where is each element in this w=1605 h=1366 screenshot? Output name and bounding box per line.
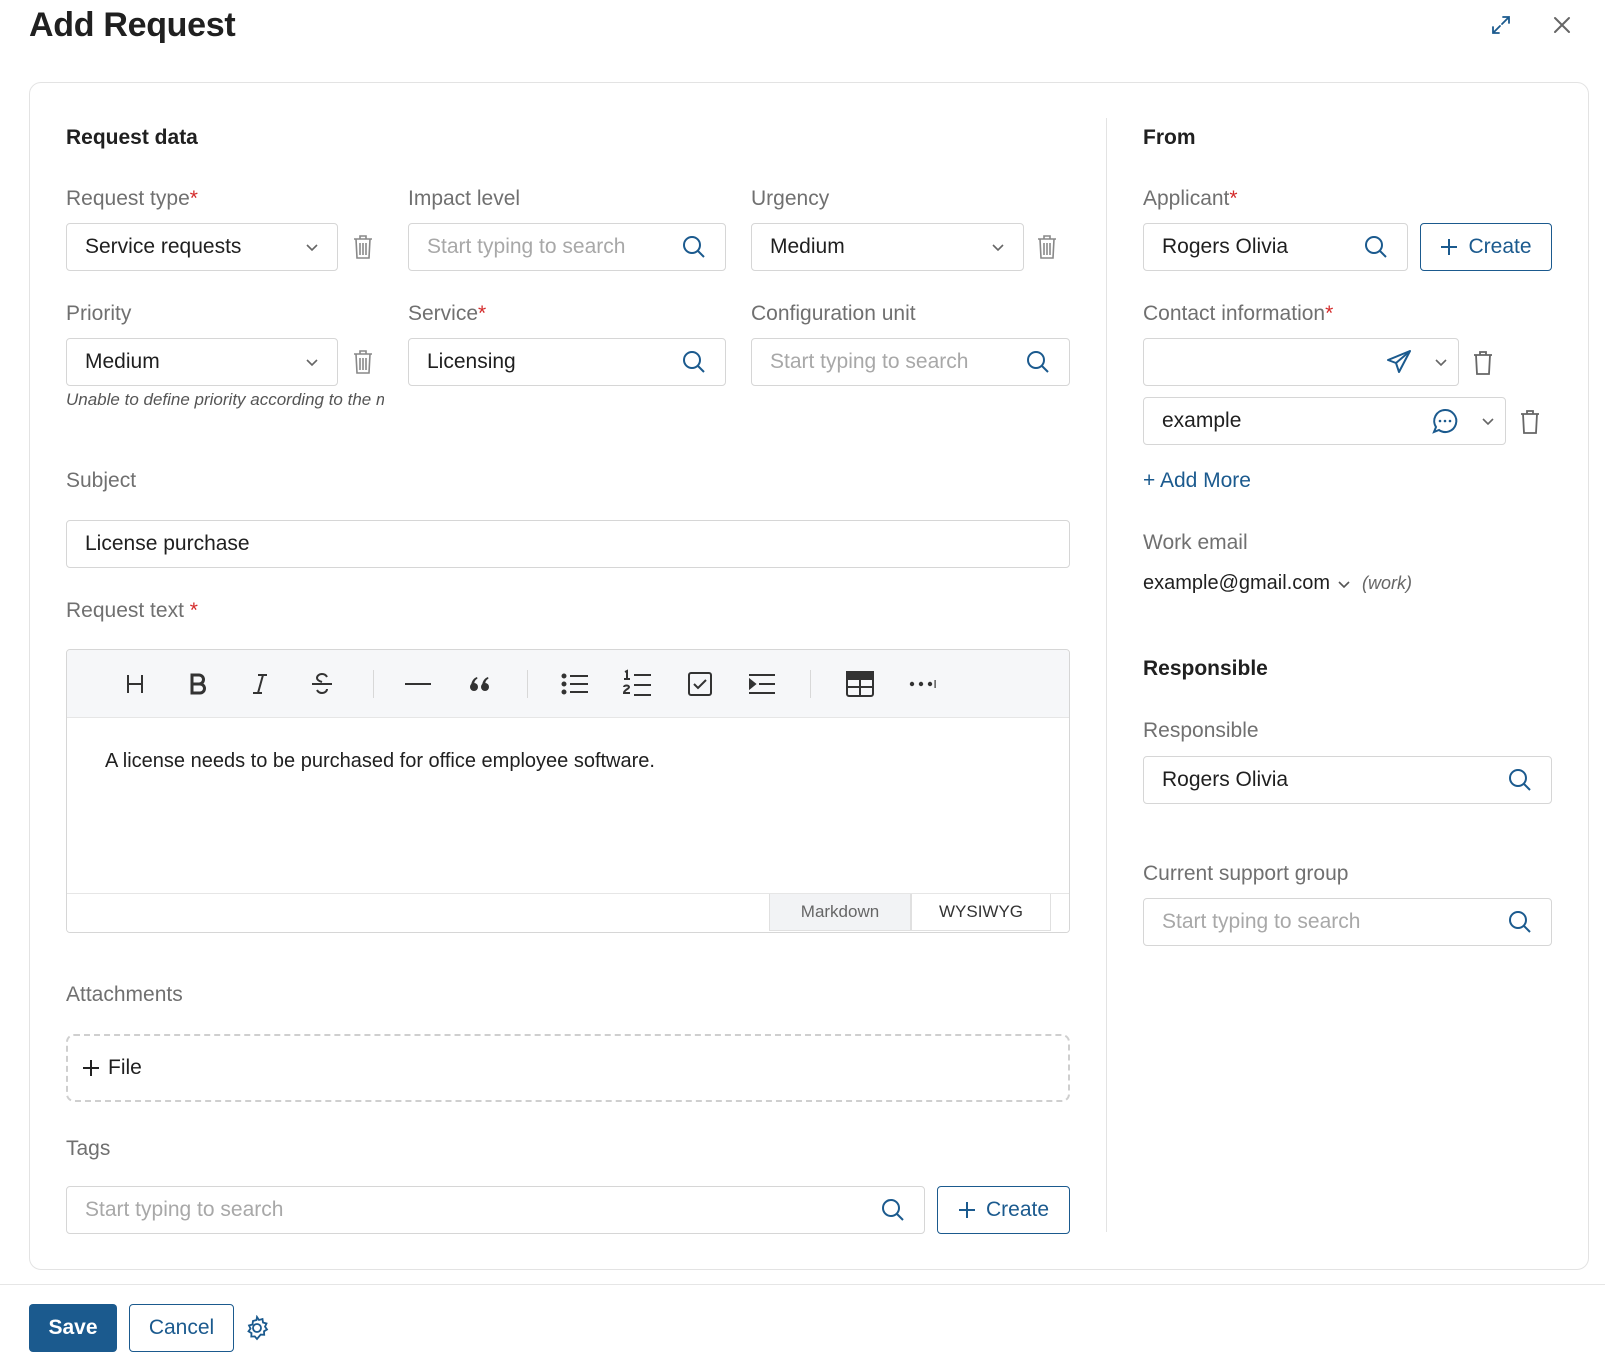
search-icon[interactable]	[1025, 349, 1051, 375]
chevron-down-icon[interactable]	[1481, 416, 1495, 426]
search-icon[interactable]	[1507, 767, 1533, 793]
italic-icon[interactable]	[243, 667, 277, 701]
service-input[interactable]: Licensing	[408, 338, 726, 386]
work-email-value[interactable]: example@gmail.com	[1143, 572, 1330, 595]
subject-input[interactable]: License purchase	[66, 520, 1070, 568]
rich-text-editor: A license needs to be purchased for offi…	[66, 649, 1070, 933]
chevron-down-icon	[305, 242, 319, 252]
contact-entry-2[interactable]: example	[1143, 397, 1506, 445]
request-data-title: Request data	[66, 126, 198, 149]
editor-footer: Markdown WYSIWYG	[67, 893, 1069, 932]
request-text-content[interactable]: A license needs to be purchased for offi…	[105, 750, 655, 773]
trash-icon[interactable]	[1034, 233, 1060, 261]
chevron-down-icon[interactable]	[1338, 580, 1350, 588]
contact-entry-1[interactable]	[1143, 338, 1459, 386]
add-file-label: File	[108, 1056, 142, 1079]
toolbar-separator	[527, 670, 528, 698]
urgency-select[interactable]: Medium	[751, 223, 1024, 271]
add-more-contact-link[interactable]: + Add More	[1143, 469, 1251, 493]
close-icon[interactable]	[1547, 10, 1577, 40]
numbered-list-icon[interactable]	[620, 667, 654, 701]
file-dropzone[interactable]: File	[66, 1034, 1070, 1102]
trash-icon[interactable]	[350, 233, 376, 261]
contact-information-label: Contact information*	[1143, 302, 1334, 325]
search-icon[interactable]	[880, 1197, 906, 1223]
request-type-select[interactable]: Service requests	[66, 223, 338, 271]
responsible-label: Responsible	[1143, 719, 1259, 742]
chevron-down-icon	[305, 357, 319, 367]
editor-toolbar	[67, 650, 1069, 718]
expand-icon[interactable]	[1486, 10, 1516, 40]
indent-icon[interactable]	[745, 667, 779, 701]
search-icon[interactable]	[1363, 234, 1389, 260]
tags-label: Tags	[66, 1137, 111, 1160]
save-button[interactable]: Save	[29, 1304, 117, 1352]
subject-label: Subject	[66, 469, 137, 492]
trash-icon[interactable]	[1470, 349, 1496, 377]
chevron-down-icon	[991, 242, 1005, 252]
dialog-title: Add Request	[29, 6, 236, 44]
priority-hint: Unable to define priority according to t…	[66, 390, 384, 409]
work-email-row: example@gmail.com (work)	[1143, 572, 1412, 595]
search-icon[interactable]	[681, 349, 707, 375]
impact-level-label: Impact level	[408, 187, 521, 210]
blockquote-icon[interactable]	[463, 667, 497, 701]
toolbar-separator	[810, 670, 811, 698]
bold-icon[interactable]	[181, 667, 215, 701]
work-email-type: (work)	[1362, 573, 1413, 593]
column-divider	[1106, 118, 1107, 1232]
impact-level-input[interactable]: Start typing to search	[408, 223, 726, 271]
create-tag-button[interactable]: Create	[937, 1186, 1070, 1234]
configuration-unit-label: Configuration unit	[751, 302, 916, 325]
horizontal-rule-icon[interactable]	[401, 667, 435, 701]
telegram-send-icon[interactable]	[1386, 349, 1412, 375]
from-title: From	[1143, 126, 1196, 149]
chat-bubble-icon[interactable]	[1431, 407, 1459, 435]
search-icon[interactable]	[1507, 909, 1533, 935]
work-email-label: Work email	[1143, 531, 1248, 554]
heading-icon[interactable]	[118, 667, 152, 701]
urgency-label: Urgency	[751, 187, 830, 210]
applicant-label: Applicant*	[1143, 187, 1238, 210]
support-group-input[interactable]: Start typing to search	[1143, 898, 1552, 946]
create-applicant-button[interactable]: Create	[1420, 223, 1552, 271]
toolbar-separator	[373, 670, 374, 698]
more-icon[interactable]	[905, 667, 939, 701]
attachments-label: Attachments	[66, 983, 183, 1006]
request-text-label: Request text *	[66, 599, 198, 622]
priority-label: Priority	[66, 302, 132, 325]
footer-divider	[0, 1284, 1605, 1285]
trash-icon[interactable]	[350, 348, 376, 376]
checklist-icon[interactable]	[683, 667, 717, 701]
applicant-input[interactable]: Rogers Olivia	[1143, 223, 1408, 271]
wysiwyg-mode-tab[interactable]: WYSIWYG	[911, 894, 1051, 931]
markdown-mode-tab[interactable]: Markdown	[769, 894, 911, 931]
chevron-down-icon[interactable]	[1434, 357, 1448, 367]
service-label: Service*	[408, 302, 487, 325]
gear-icon[interactable]	[243, 1314, 271, 1342]
support-group-label: Current support group	[1143, 862, 1349, 885]
cancel-button[interactable]: Cancel	[129, 1304, 234, 1352]
plus-icon	[1441, 239, 1458, 255]
strikethrough-icon[interactable]	[305, 667, 339, 701]
priority-select[interactable]: Medium	[66, 338, 338, 386]
table-icon[interactable]	[843, 667, 877, 701]
plus-icon	[958, 1202, 975, 1218]
responsible-input[interactable]: Rogers Olivia	[1143, 756, 1552, 804]
configuration-unit-input[interactable]: Start typing to search	[751, 338, 1070, 386]
responsible-title: Responsible	[1143, 657, 1268, 680]
request-type-label: Request type*	[66, 187, 198, 210]
trash-icon[interactable]	[1517, 408, 1543, 436]
plus-icon	[82, 1059, 100, 1077]
tags-input[interactable]: Start typing to search	[66, 1186, 925, 1234]
bullet-list-icon[interactable]	[558, 667, 592, 701]
search-icon[interactable]	[681, 234, 707, 260]
